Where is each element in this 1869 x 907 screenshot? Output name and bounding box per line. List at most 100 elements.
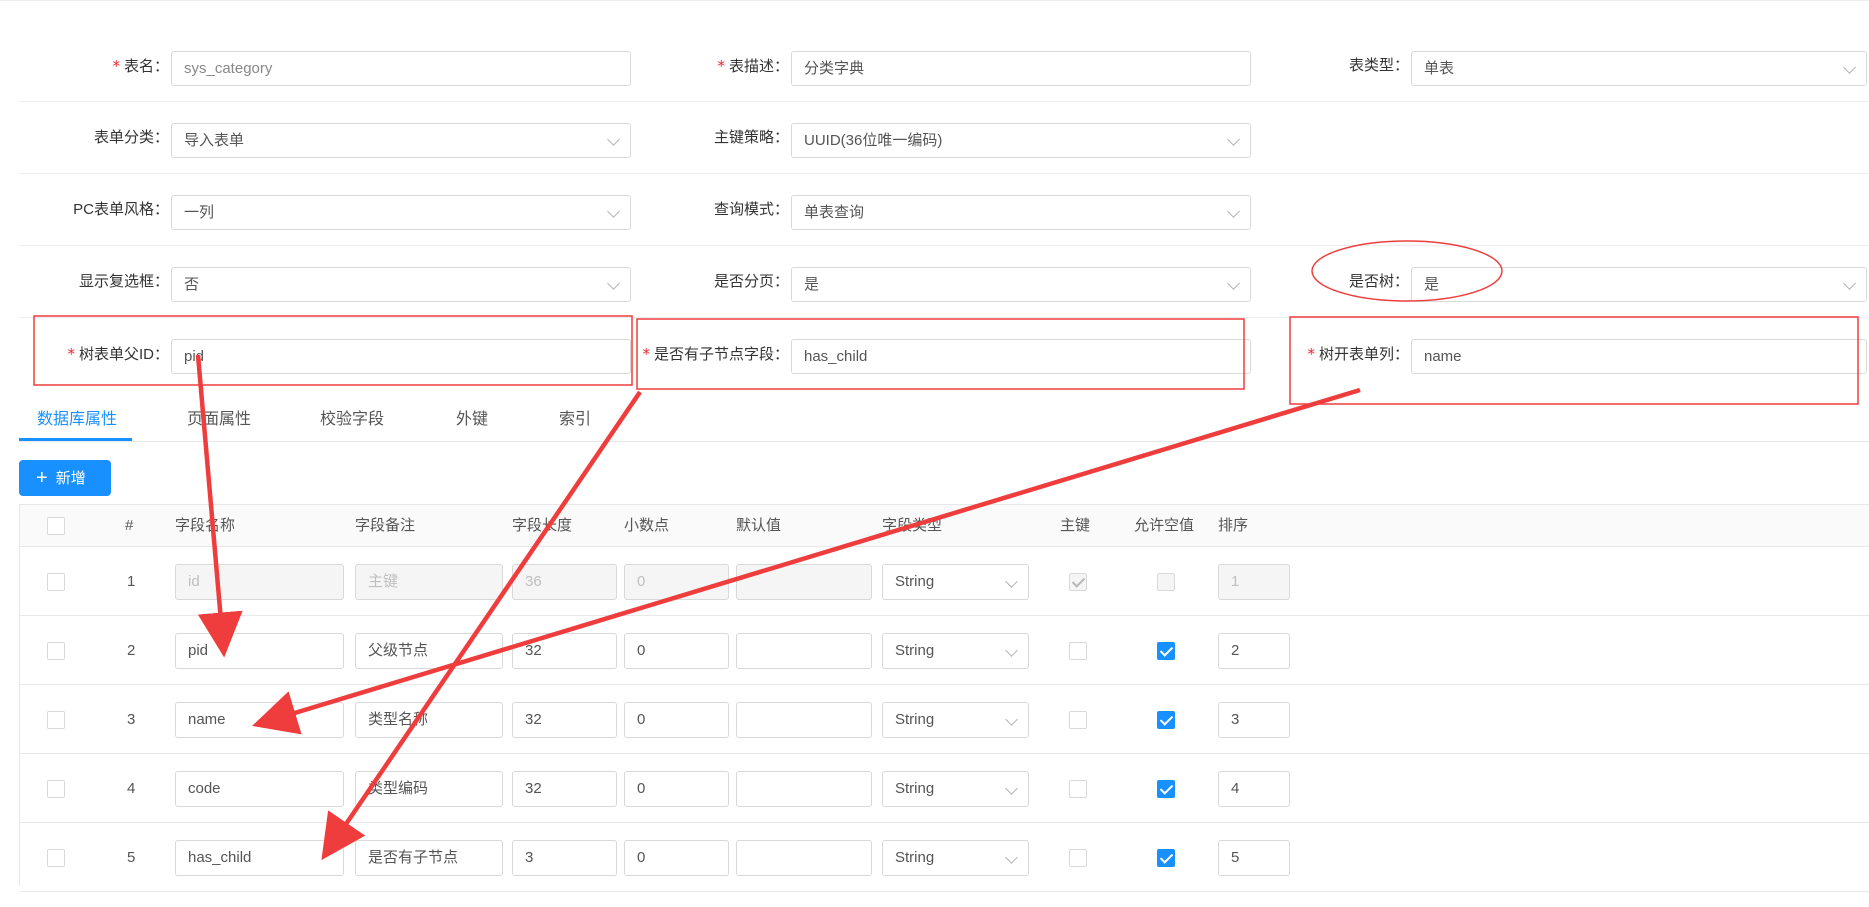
- default-value-input[interactable]: [736, 771, 872, 807]
- field-length-input[interactable]: 36: [512, 564, 617, 600]
- field-length-input[interactable]: 32: [512, 771, 617, 807]
- field-name-input[interactable]: has_child: [175, 840, 344, 876]
- field-type-select[interactable]: String: [882, 633, 1029, 669]
- row-select-checkbox[interactable]: [47, 573, 65, 591]
- tab-db-attributes[interactable]: 数据库属性: [37, 400, 117, 442]
- decimal-input[interactable]: 0: [624, 633, 729, 669]
- nullable-checkbox[interactable]: [1157, 780, 1175, 798]
- table-desc-label: * 表描述：: [639, 30, 789, 102]
- chevron-down-icon: [1005, 644, 1018, 657]
- query-mode-label: 查询模式：: [639, 174, 789, 246]
- row-select-checkbox[interactable]: [47, 780, 65, 798]
- pc-form-style-label: PC表单风格：: [19, 174, 169, 246]
- default-value-input[interactable]: [736, 840, 872, 876]
- field-remark-input[interactable]: 是否有子节点: [355, 840, 503, 876]
- primary-key-checkbox[interactable]: [1069, 711, 1087, 729]
- colon: ：: [773, 346, 789, 363]
- is-tree-select[interactable]: 是: [1411, 267, 1867, 302]
- is-tree-item: 是否树： 是: [1259, 246, 1869, 318]
- tree-parent-id-input[interactable]: pid: [171, 339, 631, 374]
- tab-indexes[interactable]: 索引: [559, 400, 591, 442]
- label-text: 是否树: [1348, 273, 1394, 290]
- table-header: # 字段名称 字段备注 字段长度 小数点 默认值 字段类型 主键 允许空值 排序: [20, 505, 1869, 547]
- field-remark-input[interactable]: 父级节点: [355, 633, 503, 669]
- select-value: String: [895, 849, 935, 866]
- row-select-checkbox[interactable]: [47, 642, 65, 660]
- field-length-input[interactable]: 3: [512, 840, 617, 876]
- row-select-checkbox[interactable]: [47, 711, 65, 729]
- field-length-input[interactable]: 32: [512, 633, 617, 669]
- query-mode-select[interactable]: 单表查询: [791, 195, 1251, 230]
- is-tree-label: 是否树：: [1259, 246, 1409, 318]
- field-name-input[interactable]: code: [175, 771, 344, 807]
- field-name-input[interactable]: id: [175, 564, 344, 600]
- row-select-checkbox[interactable]: [47, 849, 65, 867]
- field-remark-input[interactable]: 类型名称: [355, 702, 503, 738]
- chevron-down-icon: [1005, 575, 1018, 588]
- primary-key-checkbox[interactable]: [1069, 849, 1087, 867]
- colon: ：: [1393, 273, 1409, 290]
- tab-validation-fields[interactable]: 校验字段: [320, 400, 384, 442]
- form-row-4: 显示复选框： 否 是否分页 ： 是 是否树： 是: [19, 246, 1869, 318]
- nullable-checkbox[interactable]: [1157, 711, 1175, 729]
- primary-key-checkbox[interactable]: [1069, 642, 1087, 660]
- required-star: *: [642, 345, 650, 363]
- row-index: 3: [127, 711, 136, 728]
- table-type-select[interactable]: 单表: [1411, 51, 1867, 86]
- table-row: 5 has_child 是否有子节点 3 0 String 5: [20, 824, 1869, 892]
- default-value-input[interactable]: [736, 633, 872, 669]
- decimal-input[interactable]: 0: [624, 771, 729, 807]
- field-remark-input[interactable]: 类型编码: [355, 771, 503, 807]
- label-text: 表单分类: [93, 129, 154, 146]
- add-field-button[interactable]: + 新增: [19, 460, 111, 496]
- select-value: String: [895, 711, 935, 728]
- tree-text-col-input[interactable]: name: [1411, 339, 1867, 374]
- order-input[interactable]: 5: [1218, 840, 1290, 876]
- paginate-select[interactable]: 是: [791, 267, 1251, 302]
- select-value: 一列: [184, 204, 215, 221]
- field-name-input[interactable]: name: [175, 702, 344, 738]
- pk-strategy-item: 主键策略： UUID(36位唯一编码): [639, 102, 1259, 174]
- show-checkbox-select[interactable]: 否: [171, 267, 631, 302]
- decimal-input[interactable]: 0: [624, 840, 729, 876]
- nullable-checkbox[interactable]: [1157, 573, 1175, 591]
- header-decimal: 小数点: [624, 517, 670, 534]
- table-type-label: 表类型：: [1259, 30, 1409, 102]
- form-category-select[interactable]: 导入表单: [171, 123, 631, 158]
- primary-key-checkbox[interactable]: [1069, 780, 1087, 798]
- decimal-input[interactable]: 0: [624, 702, 729, 738]
- pc-form-style-select[interactable]: 一列: [171, 195, 631, 230]
- decimal-input[interactable]: 0: [624, 564, 729, 600]
- label-text: 是否分页: [713, 273, 774, 290]
- field-type-select[interactable]: String: [882, 702, 1029, 738]
- nullable-checkbox[interactable]: [1157, 642, 1175, 660]
- order-input[interactable]: 3: [1218, 702, 1290, 738]
- default-value-input[interactable]: [736, 564, 872, 600]
- has-child-field-input[interactable]: has_child: [791, 339, 1251, 374]
- field-name-input[interactable]: pid: [175, 633, 344, 669]
- required-star: *: [112, 57, 120, 75]
- header-field-remark: 字段备注: [355, 517, 416, 534]
- order-input[interactable]: 4: [1218, 771, 1290, 807]
- order-input[interactable]: 2: [1218, 633, 1290, 669]
- tab-foreign-keys[interactable]: 外键: [456, 400, 488, 442]
- default-value-input[interactable]: [736, 702, 872, 738]
- primary-key-checkbox[interactable]: [1069, 573, 1087, 591]
- field-type-select[interactable]: String: [882, 564, 1029, 600]
- tab-page-attributes[interactable]: 页面属性: [187, 400, 251, 442]
- table-desc-input[interactable]: 分类字典: [791, 51, 1251, 86]
- order-input[interactable]: 1: [1218, 564, 1290, 600]
- select-all-checkbox[interactable]: [47, 517, 65, 535]
- show-checkbox-label: 显示复选框：: [19, 246, 169, 318]
- field-type-select[interactable]: String: [882, 840, 1029, 876]
- field-type-select[interactable]: String: [882, 771, 1029, 807]
- nullable-checkbox[interactable]: [1157, 849, 1175, 867]
- chevron-down-icon: [1227, 205, 1240, 218]
- tree-text-col-label: * 树开表单列：: [1259, 318, 1409, 390]
- field-length-input[interactable]: 32: [512, 702, 617, 738]
- pk-strategy-select[interactable]: UUID(36位唯一编码): [791, 123, 1251, 158]
- chevron-down-icon: [607, 133, 620, 146]
- table-name-input[interactable]: sys_category: [171, 51, 631, 86]
- field-remark-input[interactable]: 主键: [355, 564, 503, 600]
- tree-text-col-item: * 树开表单列： name: [1259, 318, 1869, 390]
